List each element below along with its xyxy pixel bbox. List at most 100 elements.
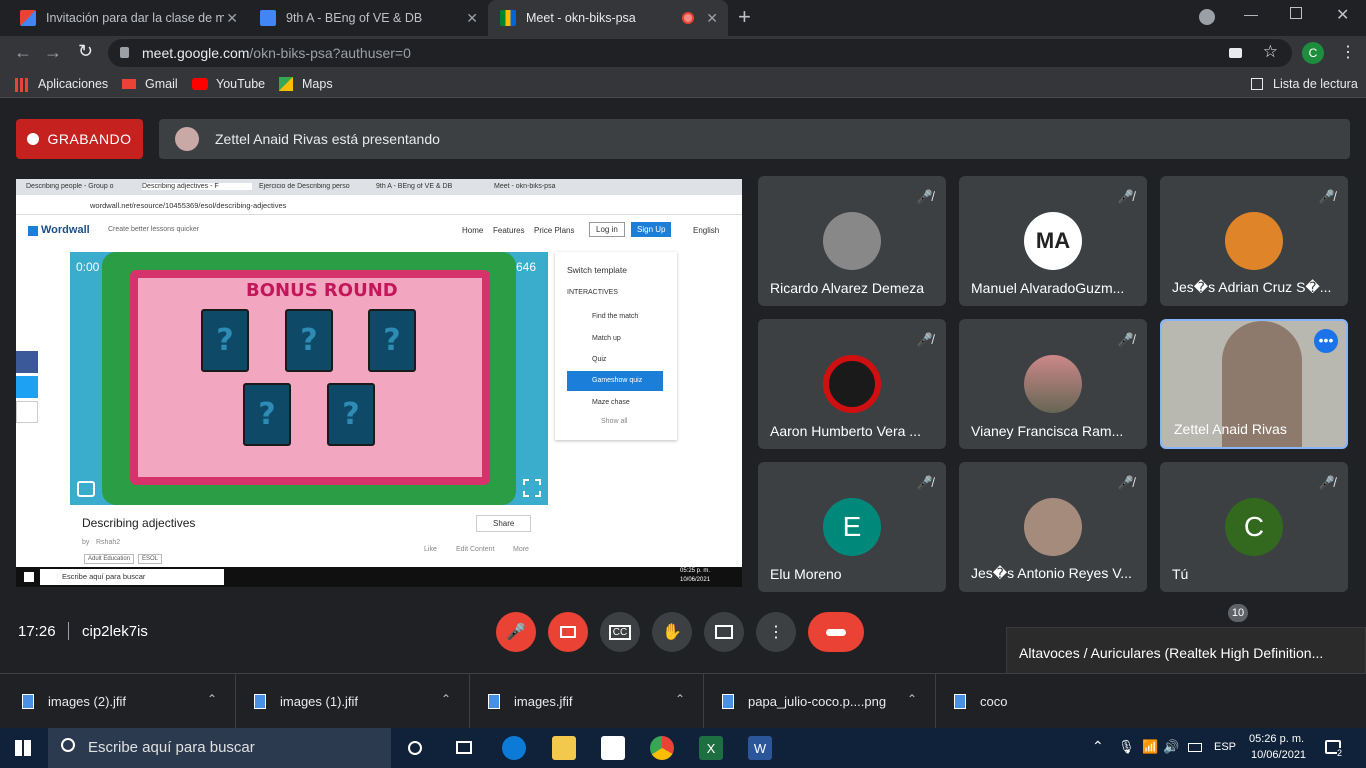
taskbar-search[interactable]: Escribe aquí para buscar	[48, 728, 391, 768]
audio-device-name: Altavoces / Auriculares (Realtek High De…	[1019, 645, 1324, 661]
address-bar: ← → ↻ meet.google.com /okn-biks-psa?auth…	[0, 36, 1366, 70]
tab-search-icon[interactable]	[1199, 9, 1215, 25]
restore-icon[interactable]	[1290, 7, 1302, 19]
presenting-text: Zettel Anaid Rivas está presentando	[215, 131, 440, 147]
tab-classroom[interactable]: 9th A - BEng of VE & DB ✕	[248, 0, 488, 36]
chrome-icon[interactable]	[650, 736, 674, 760]
bookmark-maps[interactable]: Maps	[302, 77, 333, 91]
profile-avatar[interactable]: C	[1302, 42, 1324, 64]
reading-list[interactable]: Lista de lectura	[1273, 77, 1358, 91]
close-window-icon[interactable]: ✕	[1336, 5, 1349, 25]
task-view-icon[interactable]	[456, 741, 472, 754]
participant-tile[interactable]: 🎤̸ Aaron Humberto Vera ...	[758, 319, 946, 449]
participant-tile[interactable]: 🎤̸ Ricardo Alvarez Demeza	[758, 176, 946, 306]
signup-button: Sign Up	[631, 222, 672, 237]
wifi-icon[interactable]: 📶	[1142, 739, 1158, 755]
nav-price-plans: Price Plans	[534, 226, 575, 235]
author-name: Rshah2	[96, 539, 121, 546]
tab-meet[interactable]: Meet - okn-biks-psa ✕	[488, 0, 728, 36]
recording-badge[interactable]: GRABANDO	[16, 119, 143, 159]
menu-icon[interactable]: ⋮	[1340, 42, 1356, 62]
download-item[interactable]: images (2).jfif ⌃	[0, 674, 236, 728]
participant-tile[interactable]: 🎤̸ Vianey Francisca Ram...	[959, 319, 1147, 449]
mic-off-icon: 🎤̸	[916, 332, 934, 347]
template-item: Match up	[592, 335, 621, 342]
raise-hand-button[interactable]: ✋	[652, 612, 692, 652]
bookmark-gmail[interactable]: Gmail	[145, 77, 178, 91]
participant-tile[interactable]: 🎤̸ Jes�s Antonio Reyes V...	[959, 462, 1147, 592]
url-host: meet.google.com	[142, 45, 250, 61]
url-field[interactable]: meet.google.com /okn-biks-psa?authuser=0…	[108, 39, 1292, 67]
close-icon[interactable]: ✕	[226, 10, 238, 27]
lock-icon	[120, 47, 129, 58]
captions-button[interactable]: CC	[600, 612, 640, 652]
download-item[interactable]: coco	[936, 674, 1007, 728]
meeting-code: cip2lek7is	[82, 623, 148, 640]
volume-icon[interactable]: 🔊	[1163, 739, 1179, 755]
avatar: MA	[1024, 212, 1082, 270]
hand-icon: ✋	[662, 624, 682, 641]
panel-title: Switch template	[567, 265, 627, 275]
bookmark-youtube[interactable]: YouTube	[216, 77, 265, 91]
participant-tile[interactable]: 🎤̸ Jes�s Adrian Cruz S�...	[1160, 176, 1348, 306]
participant-name: Elu Moreno	[770, 566, 842, 582]
forward-icon[interactable]: →	[44, 42, 62, 63]
more-options-button[interactable]: ⋮	[756, 612, 796, 652]
reload-icon[interactable]: ↻	[78, 41, 93, 62]
new-tab-button[interactable]: +	[738, 4, 751, 30]
shared-search: Escribe aquí para buscar	[40, 569, 224, 585]
windows-start-icon[interactable]	[15, 740, 31, 756]
tab-gmail[interactable]: Invitación para dar la clase de m ✕	[8, 0, 248, 36]
cortana-icon[interactable]	[408, 741, 422, 755]
wordwall-tagline: Create better lessons quicker	[108, 226, 200, 233]
mic-toggle-button[interactable]: 🎤	[496, 612, 536, 652]
wordwall-header: Wordwall Create better lessons quicker H…	[16, 215, 742, 243]
divider	[68, 622, 69, 640]
battery-icon[interactable]	[1188, 743, 1202, 752]
chevron-up-icon[interactable]: ⌃	[1092, 738, 1104, 755]
minimize-icon[interactable]: —	[1244, 6, 1258, 22]
chevron-up-icon[interactable]: ⌃	[907, 692, 917, 706]
participant-tile[interactable]: 🎤̸ MA Manuel AlvaradoGuzm...	[959, 176, 1147, 306]
camera-toggle-button[interactable]	[548, 612, 588, 652]
participant-name: Vianey Francisca Ram...	[971, 423, 1124, 439]
template-item: Quiz	[592, 356, 607, 363]
input-language[interactable]: ESP	[1214, 741, 1236, 753]
chevron-up-icon[interactable]: ⌃	[441, 692, 451, 706]
back-icon[interactable]: ←	[14, 42, 32, 63]
participant-tile-active[interactable]: ••• Zettel Anaid Rivas	[1160, 319, 1348, 449]
file-icon	[722, 693, 734, 709]
apps-icon[interactable]	[15, 78, 29, 92]
star-icon[interactable]: ☆	[1263, 42, 1278, 62]
mic-icon[interactable]: 🎙	[1118, 739, 1135, 755]
close-icon[interactable]: ✕	[706, 10, 718, 27]
avatar: E	[823, 498, 881, 556]
more-options-icon[interactable]: •••	[1314, 329, 1338, 353]
download-item[interactable]: images.jfif ⌃	[470, 674, 704, 728]
participant-tile[interactable]: 🎤̸ E Elu Moreno	[758, 462, 946, 592]
participant-tile[interactable]: 🎤̸ C Tú	[1160, 462, 1348, 592]
share-button: Share	[476, 515, 532, 532]
clock-time[interactable]: 05:26 p. m.	[1249, 733, 1304, 745]
edge-icon[interactable]	[502, 736, 526, 760]
bookmarks-bar: Aplicaciones Gmail YouTube Maps Lista de…	[0, 70, 1366, 98]
camera-icon[interactable]	[1229, 48, 1242, 58]
participant-count-badge: 10	[1228, 604, 1248, 622]
download-item[interactable]: papa_julio-coco.p....png ⌃	[704, 674, 936, 728]
login-button: Log in	[589, 222, 625, 237]
bookmark-apps[interactable]: Aplicaciones	[38, 77, 108, 91]
close-icon[interactable]: ✕	[466, 10, 478, 27]
word-icon[interactable]: W	[748, 736, 772, 760]
chevron-up-icon[interactable]: ⌃	[675, 692, 685, 706]
download-item[interactable]: images (1).jfif ⌃	[236, 674, 470, 728]
excel-icon[interactable]: X	[699, 736, 723, 760]
participant-name: Manuel AlvaradoGuzm...	[971, 280, 1125, 296]
board-center	[138, 278, 482, 477]
tag: ESOL	[138, 554, 163, 564]
file-explorer-icon[interactable]	[552, 736, 576, 760]
leave-call-button[interactable]	[808, 612, 864, 652]
clock-date[interactable]: 10/06/2021	[1251, 749, 1306, 761]
mail-icon[interactable]	[601, 736, 625, 760]
chevron-up-icon[interactable]: ⌃	[207, 692, 217, 706]
present-button[interactable]	[704, 612, 744, 652]
